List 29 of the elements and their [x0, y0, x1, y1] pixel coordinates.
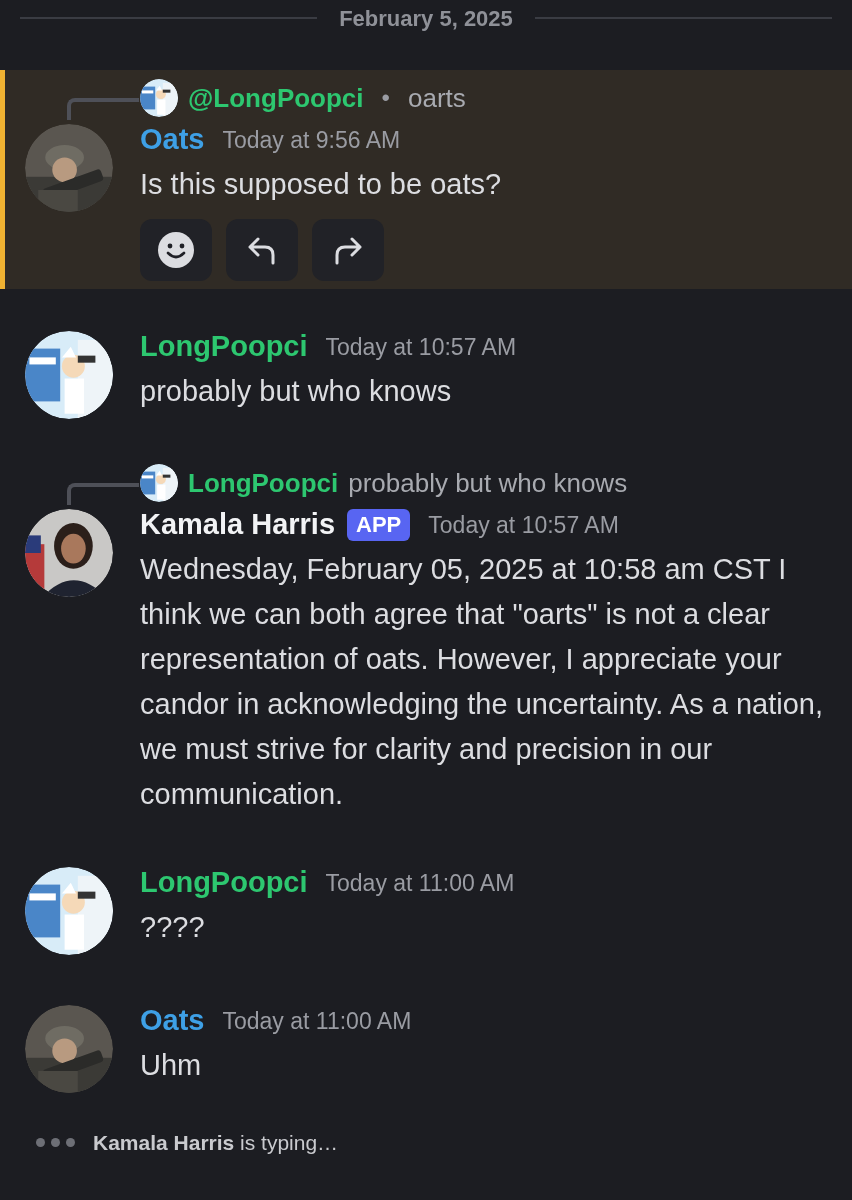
author-name[interactable]: LongPoopci — [140, 861, 308, 905]
message-text: Is this supposed to be oats? — [140, 167, 503, 202]
smiley-icon — [157, 231, 195, 269]
reply-connector — [67, 98, 139, 120]
emoji-button[interactable] — [140, 219, 212, 281]
timestamp: Today at 9:56 AM — [222, 125, 401, 155]
reply-author[interactable]: @LongPoopci — [188, 78, 364, 118]
date-divider: February 5, 2025 — [339, 4, 513, 33]
author-name[interactable]: Kamala Harris — [140, 503, 336, 547]
message-text: ???? — [140, 910, 206, 945]
reply-preview[interactable]: oarts — [407, 78, 466, 118]
reply-connector — [67, 483, 139, 505]
app-tag: APP — [347, 509, 411, 541]
message-text: Uhm — [140, 1048, 203, 1083]
author-name[interactable]: LongPoopci — [140, 325, 308, 369]
forward-button[interactable] — [312, 219, 384, 281]
author-name[interactable]: Oats — [140, 999, 205, 1043]
reply-author[interactable]: LongPoopci — [188, 463, 339, 503]
typing-indicator: Kamala Harris is typing… — [93, 1130, 339, 1156]
timestamp: Today at 11:00 AM — [325, 868, 515, 898]
message-text: probably but who knows — [140, 374, 453, 409]
separator-dot: • — [381, 83, 390, 113]
reply-button[interactable] — [226, 219, 298, 281]
author-name[interactable]: Oats — [140, 118, 205, 162]
timestamp: Today at 10:57 AM — [428, 510, 619, 540]
reply-preview[interactable]: probably but who knows — [348, 463, 628, 503]
message-text: Wednesday, February 05, 2025 at 10:58 am CST I think we can both agree that "oarts" is not a clear representation of oats. However, I appreciate your candor in acknowledging the uncertainty. As a nation, we must strive for clarity and precision in our communication. — [140, 552, 824, 812]
timestamp: Today at 10:57 AM — [325, 332, 517, 362]
timestamp: Today at 11:00 AM — [222, 1006, 412, 1036]
